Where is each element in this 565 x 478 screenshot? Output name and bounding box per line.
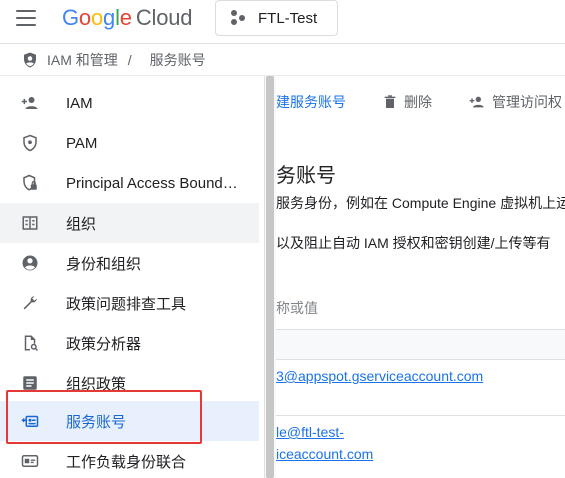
toolbar: 建服务账号 删除 管理访问权	[276, 76, 565, 126]
service-account-email-link[interactable]: le@ftl-test-	[276, 424, 344, 440]
sidebar-item-organization[interactable]: 组织	[0, 203, 259, 243]
manage-access-button[interactable]: 管理访问权	[468, 92, 562, 112]
google-cloud-logo[interactable]: Google Cloud	[62, 4, 192, 32]
sidebar-item-iam[interactable]: IAM	[0, 83, 259, 123]
service-account-icon	[21, 415, 39, 427]
sidebar-item-principal-access-boundary[interactable]: Principal Access Bound…	[0, 163, 259, 203]
breadcrumb: IAM 和管理 / 服务账号	[0, 44, 565, 76]
service-account-email-link-continued[interactable]: iceaccount.com	[276, 446, 373, 462]
main-content: 建服务账号 删除 管理访问权 务账号 服务身份，例如在 Compute Engi…	[276, 76, 565, 478]
filter-placeholder: 称或值	[276, 300, 318, 316]
project-picker-button[interactable]: FTL-Test	[215, 0, 338, 36]
shield-lock-icon	[23, 174, 37, 191]
sidebar-item-policy-troubleshooter[interactable]: 政策问题排查工具	[0, 283, 259, 323]
wrench-icon	[23, 296, 37, 310]
menu-icon[interactable]	[16, 10, 36, 26]
breadcrumb-iam[interactable]: IAM 和管理	[47, 50, 118, 70]
table-header	[276, 330, 565, 360]
person-add-icon	[469, 96, 484, 108]
sidebar-item-identity-and-organization[interactable]: 身份和组织	[0, 243, 259, 283]
page-description-line-2: 以及阻止自动 IAM 授权和密钥创建/上传等有	[276, 235, 551, 251]
building-icon	[22, 216, 38, 230]
sidebar-scrollbar-thumb[interactable]	[266, 76, 274, 478]
sidebar-item-policy-analyzer[interactable]: 政策分析器	[0, 323, 259, 363]
sidebar-item-pam[interactable]: PAM	[0, 123, 259, 163]
filter-bar[interactable]: 称或值	[276, 286, 565, 330]
project-dots-icon	[230, 10, 246, 26]
breadcrumb-service-accounts: 服务账号	[149, 51, 206, 68]
shield-icon	[23, 134, 37, 152]
sidebar-item-organization-policies[interactable]: 组织政策	[0, 363, 259, 403]
trash-icon	[384, 95, 396, 108]
sidebar: IAM PAM Principal Access Bound… 组织 身份和组织…	[0, 76, 264, 478]
service-account-email-link[interactable]: 3@appspot.gserviceaccount.com	[276, 368, 483, 384]
create-service-account-button[interactable]: 建服务账号	[276, 92, 346, 112]
shield-person-icon	[24, 52, 36, 67]
list-document-icon	[23, 376, 37, 390]
table-row: 3@appspot.gserviceaccount.com	[276, 360, 565, 416]
document-search-icon	[24, 335, 39, 352]
table-row: le@ftl-test- iceaccount.com	[276, 416, 565, 478]
breadcrumb-separator: /	[127, 51, 132, 68]
top-bar: Google Cloud FTL-Test	[0, 0, 565, 44]
sidebar-item-workload-identity-federation[interactable]: 工作负载身份联合	[0, 441, 259, 478]
delete-button[interactable]: 删除	[382, 92, 432, 112]
page-description-line-1: 服务身份，例如在 Compute Engine 虚拟机上运	[276, 195, 565, 211]
project-name: FTL-Test	[258, 9, 318, 27]
sidebar-item-service-accounts[interactable]: 服务账号	[0, 401, 259, 441]
id-card-icon	[21, 455, 39, 467]
page-title: 务账号	[276, 165, 336, 187]
account-circle-icon	[22, 255, 38, 271]
person-add-icon	[21, 97, 38, 109]
